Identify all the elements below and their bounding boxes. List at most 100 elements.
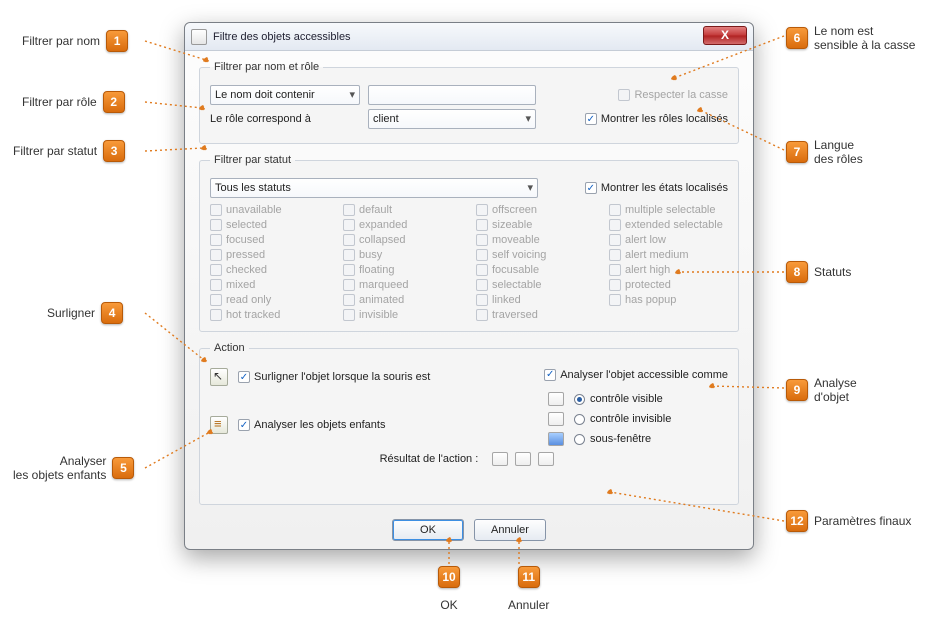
status-checkbox[interactable]: selected	[210, 219, 329, 231]
group-name-role-legend: Filtrer par nom et rôle	[210, 61, 323, 73]
status-label: unavailable	[226, 204, 282, 216]
analyze-children-label: Analyser les objets enfants	[254, 419, 385, 431]
status-checkbox[interactable]: moveable	[476, 234, 595, 246]
status-label: floating	[359, 264, 394, 276]
ok-button[interactable]: OK	[392, 519, 464, 541]
checkbox-box-icon	[476, 309, 488, 321]
callout-9-bubble: 9	[786, 379, 808, 401]
status-label: selected	[226, 219, 267, 231]
result-icon-1	[492, 452, 508, 466]
status-checkbox[interactable]: mixed	[210, 279, 329, 291]
status-label: busy	[359, 249, 382, 261]
cancel-button[interactable]: Annuler	[474, 519, 546, 541]
status-checkbox[interactable]: extended selectable	[609, 219, 728, 231]
status-label: animated	[359, 294, 404, 306]
callout-3-text: Filtrer par statut	[13, 144, 97, 158]
dialog-body: Filtrer par nom et rôle Le nom doit cont…	[185, 51, 753, 549]
dialog-buttons: OK Annuler	[199, 519, 739, 541]
checkbox-box-icon	[609, 204, 621, 216]
status-checkbox[interactable]: traversed	[476, 309, 595, 321]
checkbox-box-icon	[210, 219, 222, 231]
status-label: expanded	[359, 219, 407, 231]
status-checkbox[interactable]: multiple selectable	[609, 204, 728, 216]
analyze-as-label: Analyser l'objet accessible comme	[560, 369, 728, 381]
status-combo[interactable]: Tous les statuts	[210, 178, 538, 198]
checkbox-box-icon	[343, 309, 355, 321]
analyze-children-checkbox[interactable]: Analyser les objets enfants	[238, 419, 385, 431]
status-checkbox[interactable]: focusable	[476, 264, 595, 276]
show-localized-states-checkbox[interactable]: Montrer les états localisés	[585, 182, 728, 194]
option-icon-visible	[548, 392, 564, 406]
status-checkbox[interactable]: unavailable	[210, 204, 329, 216]
callout-11-text: Annuler	[508, 598, 549, 612]
name-value-input[interactable]	[368, 85, 536, 105]
radio-invisible-control[interactable]: contrôle invisible	[574, 413, 671, 425]
radio-visible-control[interactable]: contrôle visible	[574, 393, 663, 405]
status-checkbox[interactable]: marqueed	[343, 279, 462, 291]
callout-12-bubble: 12	[786, 510, 808, 532]
callout-8-text: Statuts	[814, 265, 851, 279]
status-checkbox[interactable]: offscreen	[476, 204, 595, 216]
status-checkbox[interactable]: invisible	[343, 309, 462, 321]
status-label: focused	[226, 234, 265, 246]
option-icon-subwindow	[548, 432, 564, 446]
status-checkbox[interactable]: default	[343, 204, 462, 216]
status-label: traversed	[492, 309, 538, 321]
status-checkbox[interactable]: alert medium	[609, 249, 728, 261]
radio-dot-icon	[574, 414, 585, 425]
status-checkbox[interactable]: self voicing	[476, 249, 595, 261]
checkbox-box-icon	[210, 309, 222, 321]
show-localized-roles-checkbox[interactable]: Montrer les rôles localisés	[585, 113, 728, 125]
callout-12-text: Paramètres finaux	[814, 514, 911, 528]
status-checkbox[interactable]: read only	[210, 294, 329, 306]
checkbox-box-icon	[343, 279, 355, 291]
checkbox-box-icon	[609, 219, 621, 231]
status-checkbox[interactable]: sizeable	[476, 219, 595, 231]
status-checkbox[interactable]: protected	[609, 279, 728, 291]
status-checkbox[interactable]: floating	[343, 264, 462, 276]
checkbox-box-icon	[609, 249, 621, 261]
status-label: marqueed	[359, 279, 409, 291]
status-checkbox[interactable]: animated	[343, 294, 462, 306]
callout-10: 10 OK	[438, 566, 460, 612]
callout-2-bubble: 2	[103, 91, 125, 113]
callout-9-text: Analyse d'objet	[814, 376, 857, 404]
status-checkbox[interactable]: has popup	[609, 294, 728, 306]
role-label: Le rôle correspond à	[210, 113, 360, 125]
checkbox-box-icon	[476, 204, 488, 216]
status-checkbox[interactable]: focused	[210, 234, 329, 246]
status-checkbox[interactable]: expanded	[343, 219, 462, 231]
callout-11-bubble: 11	[518, 566, 540, 588]
radio-subwindow[interactable]: sous-fenêtre	[574, 433, 651, 445]
result-icon-3	[538, 452, 554, 466]
highlight-checkbox[interactable]: Surligner l'objet lorsque la souris est	[238, 371, 430, 383]
status-checkbox[interactable]: busy	[343, 249, 462, 261]
close-button[interactable]: X	[703, 26, 747, 45]
radio-dot-icon	[574, 434, 585, 445]
show-localized-states-label: Montrer les états localisés	[601, 182, 728, 194]
status-label: alert low	[625, 234, 666, 246]
callout-12: 12 Paramètres finaux	[786, 510, 911, 532]
callout-1-bubble: 1	[106, 30, 128, 52]
callout-4: Surligner 4	[47, 302, 123, 324]
name-mode-combo[interactable]: Le nom doit contenir	[210, 85, 360, 105]
status-checkbox[interactable]: hot tracked	[210, 309, 329, 321]
status-checkbox[interactable]: linked	[476, 294, 595, 306]
respect-case-label: Respecter la casse	[634, 89, 728, 101]
status-checkbox[interactable]: alert high	[609, 264, 728, 276]
status-label: extended selectable	[625, 219, 723, 231]
window-title: Filtre des objets accessibles	[213, 31, 351, 43]
checkbox-box-icon	[585, 113, 597, 125]
checkbox-box-icon	[585, 182, 597, 194]
analyze-as-checkbox[interactable]: Analyser l'objet accessible comme	[544, 369, 728, 381]
checkbox-box-icon	[609, 234, 621, 246]
status-checkbox[interactable]: alert low	[609, 234, 728, 246]
respect-case-checkbox[interactable]: Respecter la casse	[618, 89, 728, 101]
status-checkbox[interactable]: pressed	[210, 249, 329, 261]
radio-dot-icon	[574, 394, 585, 405]
status-checkbox[interactable]: selectable	[476, 279, 595, 291]
role-combo[interactable]: client	[368, 109, 536, 129]
group-status-legend: Filtrer par statut	[210, 154, 295, 166]
status-checkbox[interactable]: collapsed	[343, 234, 462, 246]
status-checkbox[interactable]: checked	[210, 264, 329, 276]
